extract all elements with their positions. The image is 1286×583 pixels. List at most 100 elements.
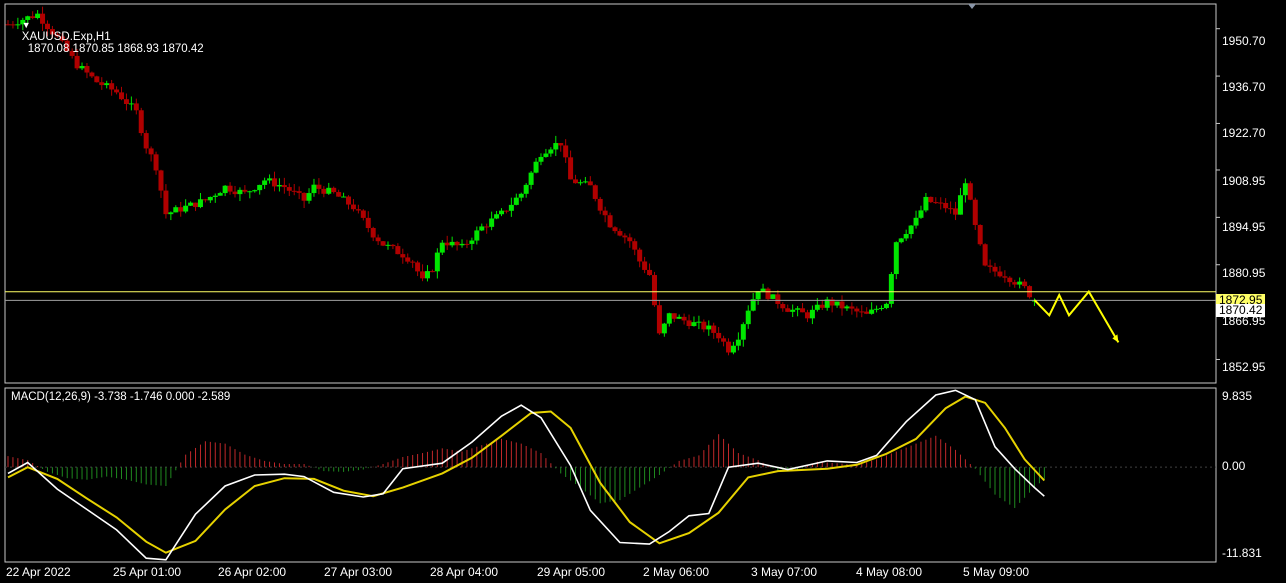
candle-body [296,191,302,193]
candle-body [104,83,110,86]
candle-body [479,226,485,231]
candle-body [262,180,268,185]
candle-body [661,323,667,334]
candle-body [444,242,450,246]
candle-body [553,143,559,150]
candle-body [158,170,164,191]
candle-body [1022,281,1028,287]
time-tick: 26 Apr 02:00 [218,565,287,579]
candle-body [573,179,579,184]
candle-body [711,325,717,333]
candle-body [972,199,978,226]
candle-body [582,181,588,183]
candle-body [474,230,480,241]
candle-body [212,195,218,197]
candle-body [518,193,524,198]
candle-body [839,301,845,309]
candle-body [878,308,884,310]
candle-body [696,321,702,323]
candle-body [410,261,416,263]
candle-body [193,202,199,208]
time-tick: 28 Apr 04:00 [430,565,499,579]
macd-signal-line [7,395,1046,554]
candle-body [617,231,623,236]
candle-body [128,103,134,105]
candle-body [494,214,500,219]
candle-body [311,184,317,194]
price-tick: 1908.95 [1222,174,1266,188]
candle-body [997,271,1003,277]
candle-body [1007,277,1013,283]
macd-title: MACD(12,26,9) -3.738 -1.746 0.000 -2.589 [11,391,231,403]
candle-body [281,185,287,188]
candle-body [178,207,184,212]
candle-body [257,184,263,191]
forecast-zigzag [1033,289,1120,343]
candle-body [923,196,929,211]
time-tick: 2 May 06:00 [643,565,710,579]
price-tick: 1852.95 [1222,360,1266,374]
candle-body [740,324,746,340]
candle-body [420,271,426,279]
candle-body [365,217,371,229]
candle-body [548,149,554,154]
candle-body [227,185,233,192]
candle-body [533,161,539,173]
time-tick: 25 Apr 01:00 [113,565,182,579]
candle-body [375,237,381,242]
candle-body [898,238,904,243]
candle-body [726,341,732,353]
candle-body [434,252,440,272]
candle-body [153,154,159,171]
candle-body [316,184,322,189]
candle-body [331,187,337,193]
candle-body [671,313,677,319]
candle-body [785,308,791,312]
candle-body [173,207,179,213]
candle-body [948,208,954,210]
candle-body [114,89,120,93]
ohlc-values: 1870.08 1870.85 1868.93 1870.42 [27,43,204,55]
candle-body [666,313,672,324]
macd-tick: -11.831 [1222,546,1262,560]
price-tick: 1950.70 [1222,34,1266,48]
candle-body [637,249,643,262]
candle-body [148,148,154,155]
candle-body [489,218,495,227]
collapse-arrow-icon[interactable]: ▼ [22,20,31,30]
candle-body [163,190,169,215]
candle-body [109,83,115,90]
candle-body [326,187,332,194]
candle-body [252,190,258,192]
price-tick: 1894.95 [1222,220,1266,234]
candle-body [424,271,430,279]
candle-body [286,187,292,191]
candle-body [138,110,144,134]
candle-body [133,103,139,111]
candle-body [577,182,583,184]
candle-body [612,227,618,232]
candle-body [415,262,421,272]
candle-body [883,303,889,309]
candle-body [429,271,435,273]
candle-body [1002,276,1008,278]
candle-body [568,157,574,180]
candle-body [647,269,653,276]
bid-price-tag: 1870.42 [1216,304,1266,317]
candle-body [587,181,593,186]
candle-body [370,228,376,238]
candle-body [89,72,95,77]
candle-body [119,92,125,100]
candle-body [543,153,549,157]
macd-tick: 9.835 [1222,389,1253,403]
candle-body [217,193,223,196]
time-tick: 5 May 09:00 [963,565,1030,579]
candle-body [834,301,840,306]
chart-window: ▼ XAUUSD.Exp,H1 1870.08 1870.85 1868.93 … [0,0,1286,583]
candle-body [143,133,149,149]
candle-body [854,308,860,312]
candle-body [750,299,756,311]
candle-body [267,178,273,181]
time-tick: 27 Apr 03:00 [324,565,393,579]
candle-body [627,237,633,242]
